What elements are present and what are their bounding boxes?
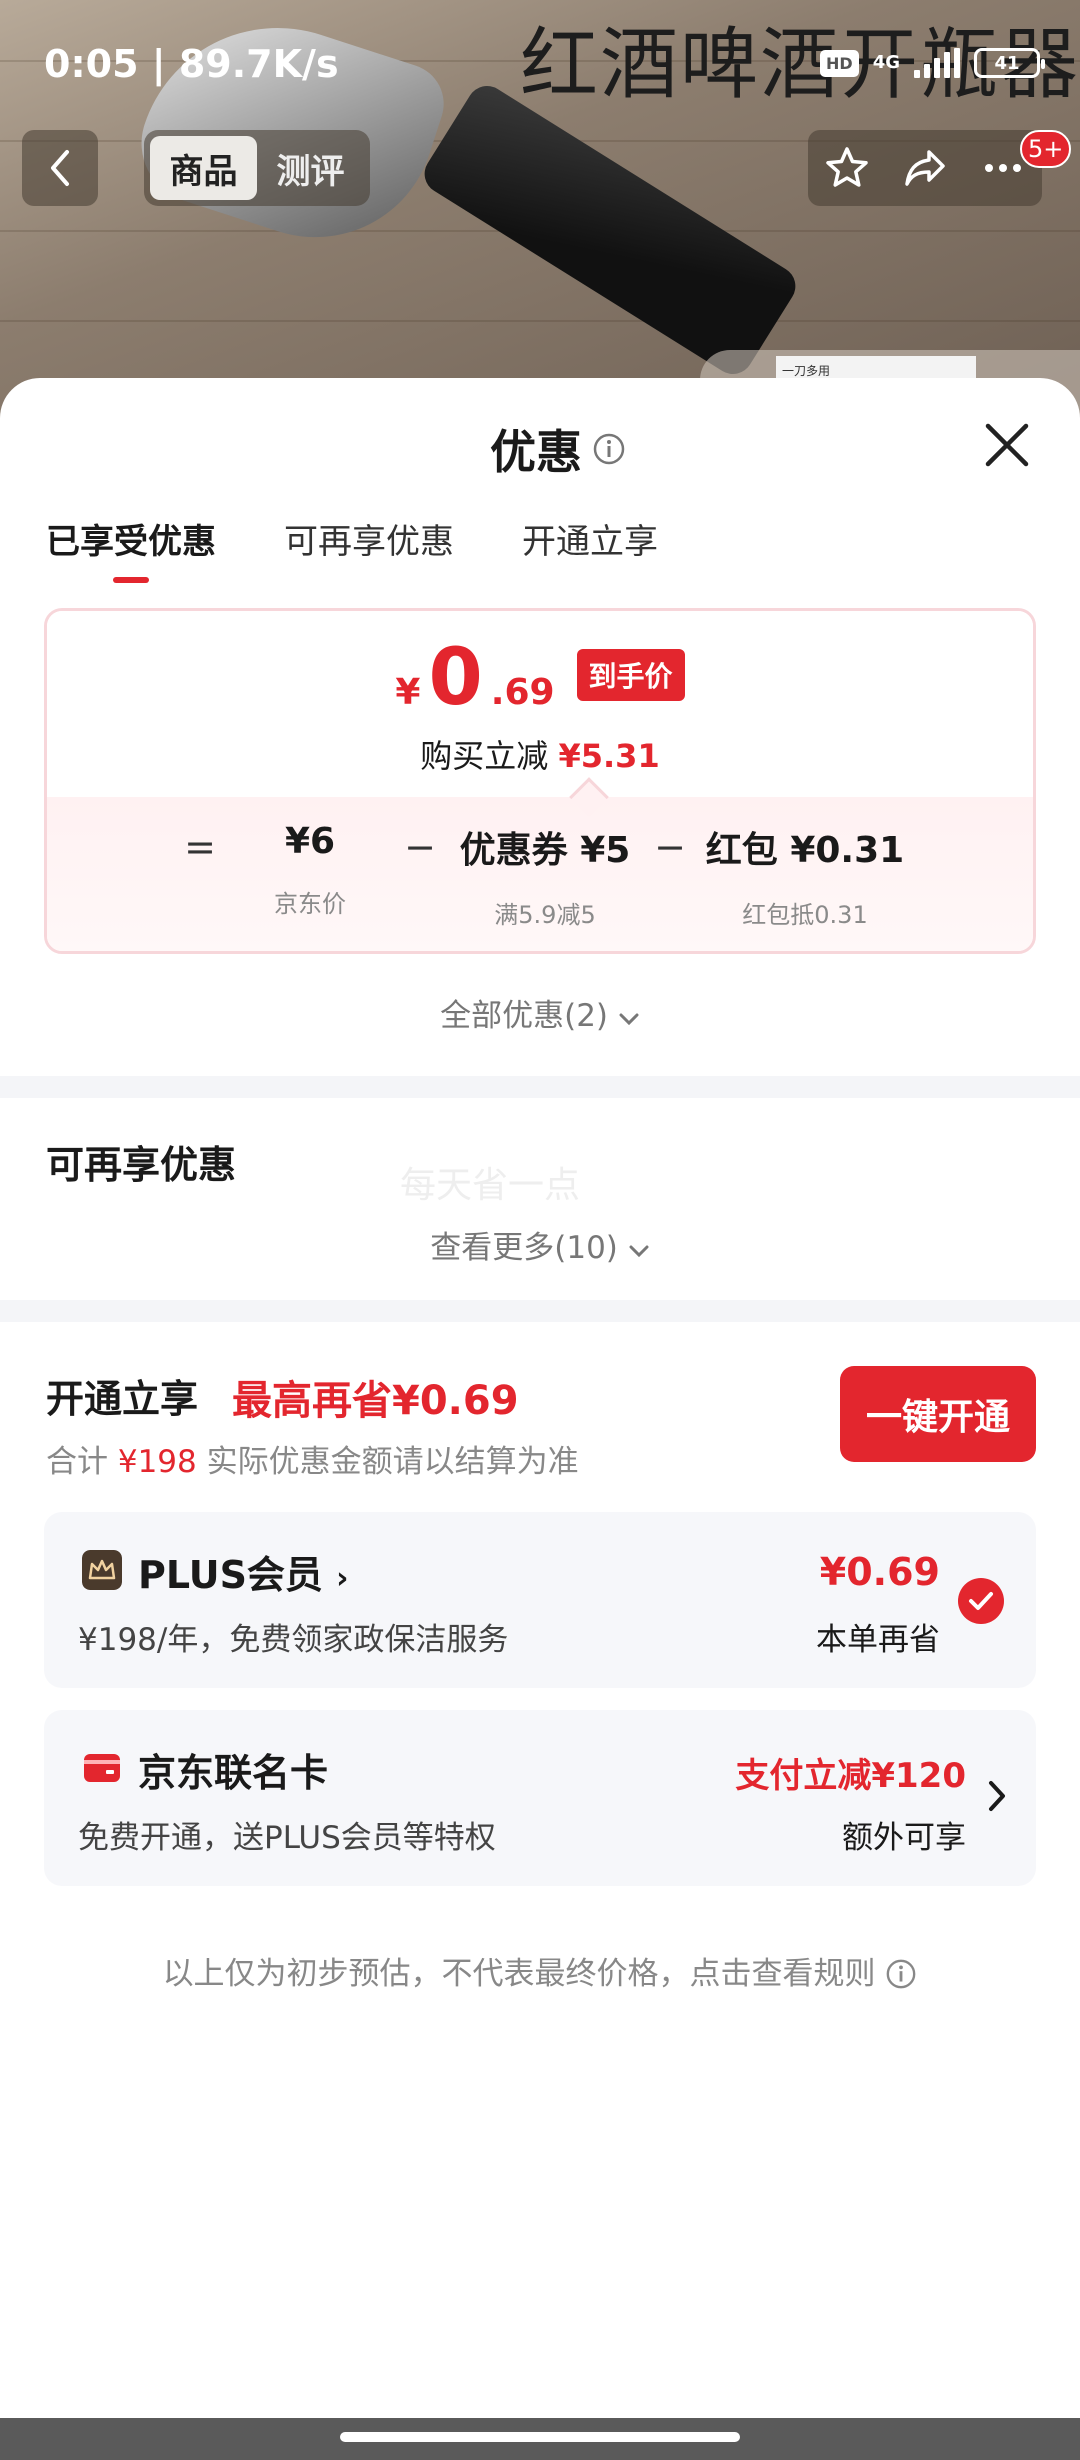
tab-open-enjoy[interactable]: 开通立享 — [522, 514, 658, 583]
info-icon — [887, 1959, 916, 1989]
tab-review[interactable]: 测评 — [257, 136, 364, 200]
back-arrow-icon — [51, 150, 69, 186]
discount-tabs: 已享受优惠 可再享优惠 开通立享 — [46, 514, 658, 583]
plus-member-amount: ¥0.69 — [819, 1550, 940, 1594]
instant-discount: 购买立减 ¥5.31 — [420, 737, 660, 775]
watermark-text: 每天省一点 — [400, 1165, 581, 1206]
tab-product[interactable]: 商品 — [150, 136, 257, 200]
tab-enjoyed[interactable]: 已享受优惠 — [46, 514, 216, 583]
one-click-open-button[interactable]: 一键开通 — [840, 1366, 1036, 1462]
product-nav-tabs: 商品 测评 — [144, 130, 370, 206]
price-breakdown: = ¥6 京东价 − 优惠券 ¥5 满5.9减5 − 红包 ¥0.31 红包抵0… — [47, 777, 1033, 951]
discount-sheet: 优惠 已享受优惠 可再享优惠 开通立享 ¥ 0 .69 到手价 购买立减 ¥5.… — [0, 378, 1080, 2418]
final-price-tag: 到手价 — [576, 649, 685, 701]
hd-badge: HD — [820, 49, 859, 77]
favorite-button[interactable] — [819, 140, 875, 196]
jd-card-label: 额外可享 — [842, 1820, 966, 1856]
jd-card-amount: 支付立减¥120 — [735, 1756, 966, 1796]
close-icon — [985, 423, 1029, 467]
rules-footnote[interactable]: 以上仅为初步预估，不代表最终价格，点击查看规则 — [0, 1948, 1080, 1993]
open-enjoy-title: 开通立享 — [46, 1377, 199, 1421]
check-icon — [969, 1592, 993, 1610]
battery-icon: 41 — [974, 48, 1045, 78]
plus-member-card[interactable]: PLUS会员 › ¥198/年，免费领家政保洁服务 ¥0.69 本单再省 — [44, 1512, 1036, 1688]
share-button[interactable] — [897, 140, 953, 196]
signal-icon — [914, 48, 960, 78]
plus-select-checkbox[interactable] — [958, 1578, 1004, 1624]
open-total-note: 合计 ¥198 实际优惠金额请以结算为准 — [46, 1444, 579, 1480]
share-icon — [905, 150, 945, 186]
status-bar: 0:05 | 89.7K/s HD 4G 41 — [0, 0, 1080, 130]
chevron-down-icon — [619, 1013, 639, 1026]
breakdown-item: 优惠券 ¥5 满5.9减5 — [459, 830, 631, 929]
system-nav-bar — [0, 2418, 1080, 2460]
top-actions — [808, 130, 1042, 206]
info-icon[interactable] — [592, 432, 626, 466]
close-button[interactable] — [980, 418, 1034, 472]
card-icon — [84, 1754, 120, 1782]
final-price: ¥ 0 .69 到手价 — [47, 639, 1033, 719]
price-card: ¥ 0 .69 到手价 购买立减 ¥5.31 = ¥6 京东价 − 优惠券 ¥5 — [44, 608, 1036, 954]
status-time-speed: 0:05 | 89.7K/s — [44, 42, 339, 86]
breakdown-item: ¥6 京东价 — [274, 821, 346, 918]
sheet-title: 优惠 — [490, 425, 582, 479]
plus-member-name: PLUS会员 › — [138, 1553, 349, 1597]
instant-discount-amount: ¥5.31 — [558, 737, 660, 775]
max-save-text: 最高再省¥0.69 — [232, 1378, 519, 1424]
chevron-right-icon — [989, 1781, 1005, 1811]
network-label: 4G — [872, 52, 900, 73]
plus-member-desc: ¥198/年，免费领家政保洁服务 — [78, 1622, 509, 1658]
crown-icon — [82, 1550, 122, 1590]
chevron-down-icon — [629, 1245, 649, 1258]
jd-card-desc: 免费开通，送PLUS会员等特权 — [78, 1820, 496, 1856]
home-indicator[interactable] — [340, 2432, 740, 2442]
view-more-link[interactable]: 查看更多(10) — [0, 1222, 1080, 1267]
breakdown-item: 红包 ¥0.31 红包抵0.31 — [705, 830, 905, 929]
plus-member-label: 本单再省 — [816, 1622, 940, 1658]
more-discounts-title: 可再享优惠 — [46, 1143, 237, 1187]
back-button[interactable] — [22, 130, 98, 206]
currency-symbol: ¥ — [395, 672, 421, 713]
equals-sign: = — [184, 825, 216, 869]
price-decimal: .69 — [490, 672, 555, 713]
all-discounts-link[interactable]: 全部优惠(2) — [0, 990, 1080, 1035]
price-integer: 0 — [428, 633, 483, 723]
jd-card-offer[interactable]: 京东联名卡 免费开通，送PLUS会员等特权 支付立减¥120 额外可享 — [44, 1710, 1036, 1886]
jd-card-name: 京东联名卡 — [138, 1751, 329, 1795]
message-badge: 5+ — [1020, 130, 1072, 168]
minus-sign: − — [654, 825, 686, 869]
tab-more-available[interactable]: 可再享优惠 — [284, 514, 454, 583]
minus-sign: − — [404, 825, 436, 869]
star-icon — [826, 147, 868, 187]
